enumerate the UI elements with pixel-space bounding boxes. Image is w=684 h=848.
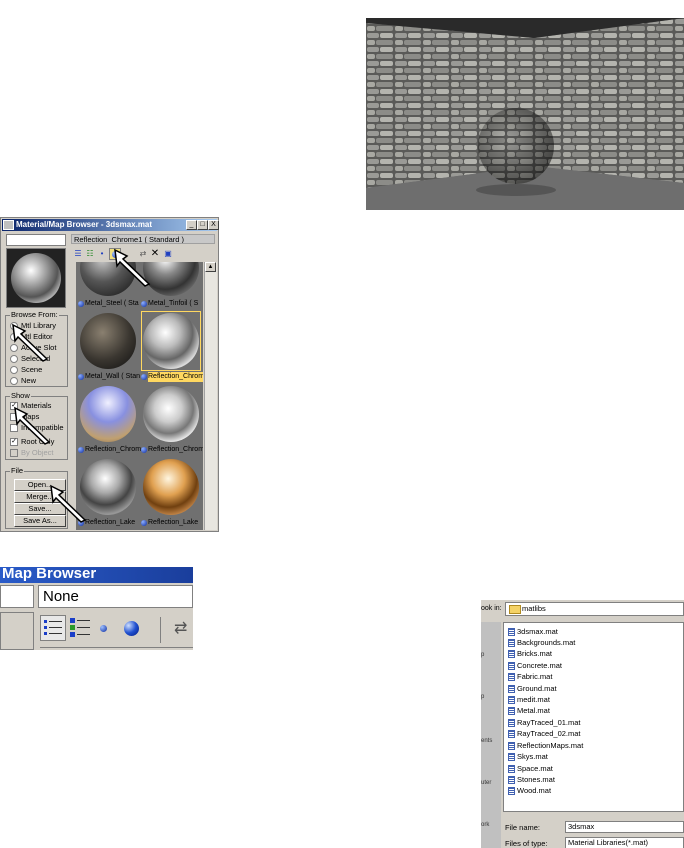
minimize-button[interactable]: _ [186,220,197,230]
radio-scene[interactable]: Scene [10,365,42,375]
material-name-display: Reflection_Chrome1 ( Standard ) [71,234,215,244]
browse-from-label: Browse From: [10,310,59,320]
file-label: File [10,466,25,476]
file-item[interactable]: ReflectionMaps.mat [508,740,583,751]
material-cell[interactable]: Reflection_Chrom [141,384,203,455]
check-by-object: By Object [10,448,54,458]
mat-file-icon [508,786,515,795]
scroll-up-button[interactable]: ▲ [205,262,216,272]
material-map-browser-window: Material/Map Browser - 3dsmax.mat _ □ X … [0,217,219,532]
mat-file-icon [508,718,515,727]
maximize-button[interactable]: □ [197,220,208,230]
material-cell[interactable]: Reflection_Lake [141,457,201,528]
mat-file-icon [508,672,515,681]
mat-file-icon [508,661,515,670]
zoomed-browser-detail: Map Browser None ⇄ [0,567,193,650]
material-preview [6,248,66,308]
file-item[interactable]: medit.mat [508,694,550,705]
material-cell[interactable]: Reflection_Chrom [78,384,141,455]
mat-file-icon [508,684,515,693]
file-item[interactable]: Stones.mat [508,774,555,785]
view-small-icon[interactable]: • [98,248,106,260]
pointer-arrow-icon [114,248,151,287]
file-name-input[interactable]: 3dsmax [565,821,684,833]
clear-library-icon[interactable]: ▣ [163,248,173,260]
file-item[interactable]: Backgrounds.mat [508,637,575,648]
file-item[interactable]: Space.mat [508,763,553,774]
view-list-icon[interactable]: ☰ [73,248,83,260]
render-viewport-image [366,18,684,210]
close-button[interactable]: X [208,220,219,230]
file-item[interactable]: 3dsmax.mat [508,626,558,637]
mat-file-icon [508,638,515,647]
mat-file-icon [508,706,515,715]
zoom-divider [40,647,193,648]
vertical-scrollbar[interactable]: ▲ [204,262,217,530]
file-item[interactable]: Wood.mat [508,785,551,796]
mat-file-icon [508,741,515,750]
file-item[interactable]: Bricks.mat [508,648,552,659]
file-item[interactable]: Skys.mat [508,751,548,762]
view-large-icon[interactable] [124,621,139,636]
file-type-select[interactable]: Material Libraries(*.mat) [565,837,684,848]
mat-file-icon [508,627,515,636]
places-bar: p p ents uter ork [481,622,501,848]
pointer-arrow-icon [14,406,51,445]
pointer-arrow-icon [50,484,87,523]
zoom-search-field[interactable] [0,585,34,608]
file-list: 3dsmax.mat Backgrounds.mat Bricks.mat Co… [503,622,684,812]
look-in-combo[interactable]: matlibs [505,602,684,616]
view-small-icon[interactable] [100,625,107,632]
mat-file-icon [508,752,515,761]
mat-file-icon [508,695,515,704]
mat-file-icon [508,775,515,784]
app-icon [3,220,14,230]
view-list-icons-icon[interactable]: ☷ [85,248,95,260]
folder-icon [509,605,521,614]
mat-file-icon [508,764,515,773]
file-item[interactable]: Metal.mat [508,705,550,716]
zoom-name-field: None [38,585,193,608]
file-item[interactable]: Ground.mat [508,683,557,694]
look-in-label: ook in: [481,605,502,612]
material-cell[interactable]: Metal_Wall ( Stan [78,311,140,382]
toolbar-separator [160,617,161,643]
show-label: Show [10,391,31,401]
zoom-preview [0,612,34,650]
update-scene-icon[interactable]: ⇄ [174,619,193,639]
material-cell-selected[interactable]: Reflection_Chrom [141,311,203,382]
file-item[interactable]: Fabric.mat [508,671,552,682]
file-item[interactable]: RayTraced_01.mat [508,717,581,728]
file-name-label: File name: [505,823,541,832]
search-name-field[interactable] [6,234,66,246]
zoom-title: Map Browser [0,567,193,583]
file-item[interactable]: Concrete.mat [508,660,562,671]
mat-file-icon [508,649,515,658]
view-list-icon[interactable] [40,615,66,641]
view-list-icons-icon[interactable] [68,615,94,641]
radio-new[interactable]: New [10,376,36,386]
file-item[interactable]: RayTraced_02.mat [508,728,581,739]
mat-file-icon [508,729,515,738]
open-library-dialog: ook in: matlibs p p ents uter ork 3dsmax… [481,600,684,848]
window-title: Material/Map Browser - 3dsmax.mat [2,219,217,231]
pointer-arrow-icon [12,323,49,362]
file-type-label: Files of type: [505,839,548,848]
material-grid: Metal_Steel ( Sta Metal_Tinfoil ( S Meta… [76,262,203,530]
